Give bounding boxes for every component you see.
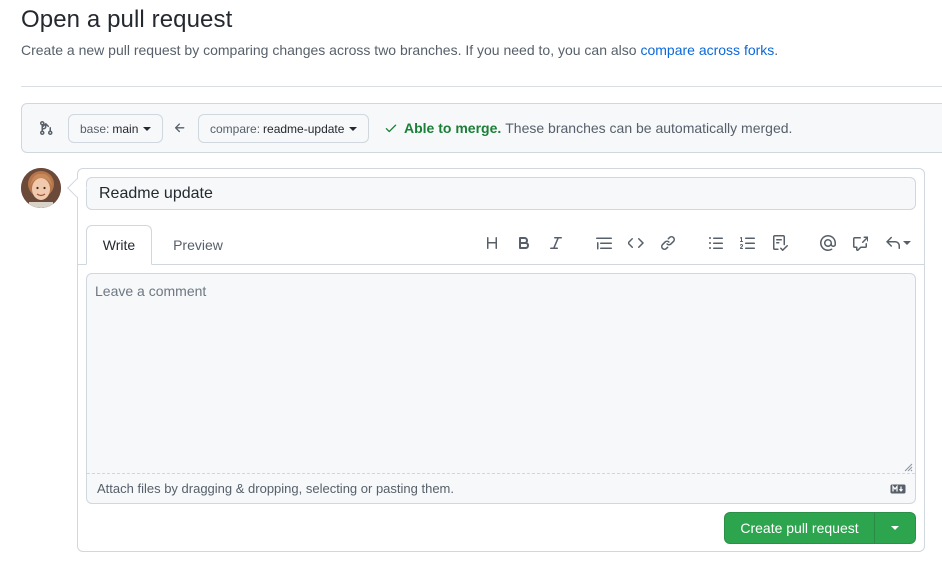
base-branch-select[interactable]: base: main bbox=[68, 114, 164, 143]
pr-title-input[interactable] bbox=[86, 177, 916, 210]
pull-request-composer: Write Preview Attach files by dr bbox=[77, 168, 925, 552]
merge-ok-text: Able to merge. bbox=[404, 120, 502, 136]
unordered-list-icon bbox=[709, 237, 723, 249]
markdown-icon[interactable] bbox=[890, 483, 906, 495]
chevron-down-icon bbox=[143, 126, 152, 131]
compare-across-forks-link[interactable]: compare across forks bbox=[640, 42, 774, 58]
subtitle-text: Create a new pull request by comparing c… bbox=[21, 42, 641, 58]
bold-icon bbox=[519, 237, 530, 249]
italic-icon bbox=[550, 237, 562, 249]
page-subtitle: Create a new pull request by comparing c… bbox=[21, 42, 778, 58]
avatar[interactable] bbox=[21, 168, 61, 208]
task-list-button[interactable] bbox=[768, 231, 792, 255]
cross-reference-icon bbox=[853, 236, 868, 251]
attach-files-bar[interactable]: Attach files by dragging & dropping, sel… bbox=[87, 473, 915, 503]
page-title: Open a pull request bbox=[21, 6, 233, 33]
resize-handle-icon[interactable] bbox=[903, 462, 913, 472]
comment-box: Attach files by dragging & dropping, sel… bbox=[86, 273, 916, 504]
base-label: base: bbox=[80, 121, 110, 136]
create-options-dropdown[interactable] bbox=[875, 513, 915, 543]
italic-button[interactable] bbox=[544, 231, 568, 255]
merge-status: Able to merge. These branches can be aut… bbox=[384, 120, 792, 136]
code-icon bbox=[628, 238, 644, 248]
reply-icon bbox=[886, 236, 900, 249]
divider bbox=[21, 86, 942, 87]
create-pull-request-button[interactable]: Create pull request bbox=[725, 513, 875, 543]
compare-branch-value: readme-update bbox=[263, 121, 345, 136]
task-list-icon bbox=[773, 235, 788, 251]
merge-note: These branches can be automatically merg… bbox=[505, 120, 793, 136]
ordered-list-button[interactable] bbox=[736, 231, 760, 255]
unordered-list-button[interactable] bbox=[704, 231, 728, 255]
create-pull-request-button-group: Create pull request bbox=[724, 512, 916, 544]
code-button[interactable] bbox=[624, 231, 648, 255]
chevron-down-icon bbox=[349, 126, 358, 131]
link-button[interactable] bbox=[656, 231, 680, 255]
link-icon bbox=[660, 235, 676, 251]
mention-icon bbox=[820, 235, 836, 251]
heading-button[interactable] bbox=[480, 231, 504, 255]
cross-reference-button[interactable] bbox=[848, 231, 872, 255]
subtitle-end: . bbox=[774, 42, 779, 58]
compare-label: compare: bbox=[210, 121, 261, 136]
bold-button[interactable] bbox=[512, 231, 536, 255]
compare-branch-select[interactable]: compare: readme-update bbox=[198, 114, 370, 143]
saved-replies-button[interactable] bbox=[882, 231, 914, 255]
tab-write[interactable]: Write bbox=[86, 225, 152, 265]
heading-icon bbox=[487, 237, 497, 249]
comment-textarea[interactable] bbox=[87, 274, 915, 473]
attach-files-text: Attach files by dragging & dropping, sel… bbox=[97, 481, 454, 496]
base-branch-value: main bbox=[112, 121, 139, 136]
chevron-down-icon bbox=[903, 241, 911, 245]
check-icon bbox=[385, 124, 397, 133]
mention-button[interactable] bbox=[816, 231, 840, 255]
chevron-down-icon bbox=[891, 526, 899, 530]
ordered-list-icon bbox=[740, 237, 755, 249]
tab-preview[interactable]: Preview bbox=[160, 225, 236, 265]
arrow-left-icon bbox=[174, 123, 185, 133]
quote-icon bbox=[596, 237, 612, 250]
git-compare-icon bbox=[40, 120, 53, 136]
user-avatar-image bbox=[21, 168, 61, 208]
branch-range-bar: base: main compare: readme-update Able t… bbox=[21, 103, 942, 153]
quote-button[interactable] bbox=[592, 231, 616, 255]
